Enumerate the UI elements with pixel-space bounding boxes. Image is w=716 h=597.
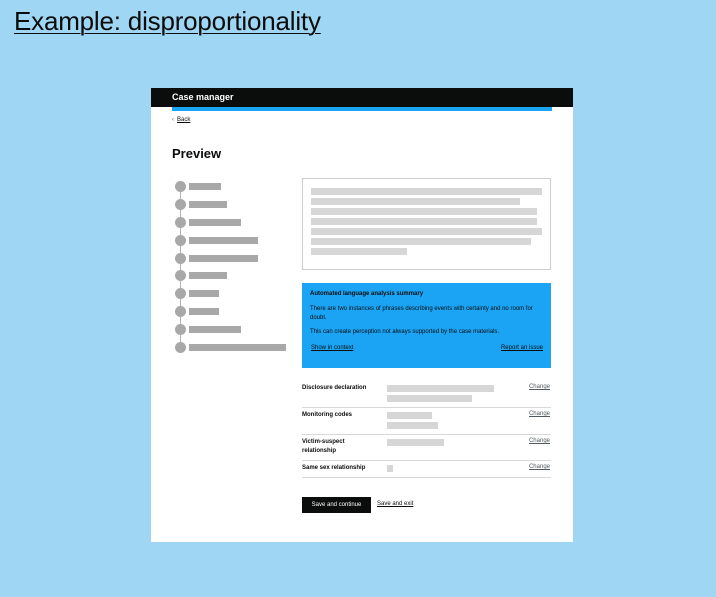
step-label-placeholder xyxy=(189,219,241,226)
step-label-placeholder xyxy=(189,237,258,244)
chevron-left-icon: ‹ xyxy=(172,117,174,123)
text-line-placeholder xyxy=(311,208,537,215)
step-dot xyxy=(175,199,186,210)
step-label-placeholder xyxy=(189,290,219,297)
step-label-placeholder xyxy=(189,183,221,190)
summary-value-placeholder xyxy=(387,412,432,419)
show-in-context-link[interactable]: Show in context xyxy=(311,345,353,351)
step-label-placeholder xyxy=(189,201,227,208)
slide-title: Example: disproportionality xyxy=(14,6,321,36)
step-dot xyxy=(175,181,186,192)
step-connector-line xyxy=(180,187,181,347)
app-title[interactable]: Case manager xyxy=(172,92,234,102)
back-link-label: Back xyxy=(177,117,191,123)
step-dot xyxy=(175,342,186,353)
change-link[interactable]: Change xyxy=(529,438,550,444)
step-label-placeholder xyxy=(189,344,286,351)
change-link[interactable]: Change xyxy=(529,384,550,390)
summary-key: Victim-suspect relationship xyxy=(302,439,345,454)
language-analysis-panel: Automated language analysis summary Ther… xyxy=(302,283,551,368)
text-line-placeholder xyxy=(311,198,520,205)
save-and-exit-link[interactable]: Save and exit xyxy=(377,501,413,507)
summary-row: Disclosure declaration Change xyxy=(302,384,551,408)
summary-row: Monitoring codes Change xyxy=(302,411,551,435)
app-window: Case manager ‹ Back Preview Automated la… xyxy=(151,88,573,542)
step-dot xyxy=(175,217,186,228)
step-dot xyxy=(175,253,186,264)
panel-paragraph: There are two instances of phrases descr… xyxy=(310,306,533,321)
summary-row: Same sex relationship Change xyxy=(302,464,551,478)
step-label-placeholder xyxy=(189,326,241,333)
page-title: Preview xyxy=(172,146,222,161)
summary-value-placeholder xyxy=(387,422,438,429)
header-accent-rule xyxy=(172,107,552,111)
app-header: Case manager xyxy=(151,88,573,107)
step-dot xyxy=(175,235,186,246)
change-link[interactable]: Change xyxy=(529,411,550,417)
step-label-placeholder xyxy=(189,272,227,279)
summary-value-placeholder xyxy=(387,395,472,402)
case-text-preview xyxy=(302,178,551,270)
summary-value-placeholder xyxy=(387,385,494,392)
text-line-placeholder xyxy=(311,238,531,245)
save-and-continue-button[interactable]: Save and continue xyxy=(302,497,371,513)
step-label-placeholder xyxy=(189,308,219,315)
step-dot xyxy=(175,306,186,317)
summary-key: Same sex relationship xyxy=(302,465,366,471)
summary-value-placeholder xyxy=(387,439,444,446)
back-link[interactable]: ‹ Back xyxy=(172,117,190,123)
text-line-placeholder xyxy=(311,228,542,235)
panel-paragraph: This can create perception not always su… xyxy=(310,329,500,335)
panel-title: Automated language analysis summary xyxy=(310,291,424,297)
summary-row: Victim-suspect relationship Change xyxy=(302,438,551,461)
step-dot xyxy=(175,288,186,299)
text-line-placeholder xyxy=(311,188,542,195)
summary-value-placeholder xyxy=(387,465,393,472)
step-dot xyxy=(175,270,186,281)
step-dot xyxy=(175,324,186,335)
summary-key: Disclosure declaration xyxy=(302,385,367,391)
text-line-placeholder xyxy=(311,248,407,255)
change-link[interactable]: Change xyxy=(529,464,550,470)
report-issue-link[interactable]: Report an issue xyxy=(501,345,543,351)
text-line-placeholder xyxy=(311,218,537,225)
summary-key: Monitoring codes xyxy=(302,412,352,418)
step-label-placeholder xyxy=(189,255,258,262)
